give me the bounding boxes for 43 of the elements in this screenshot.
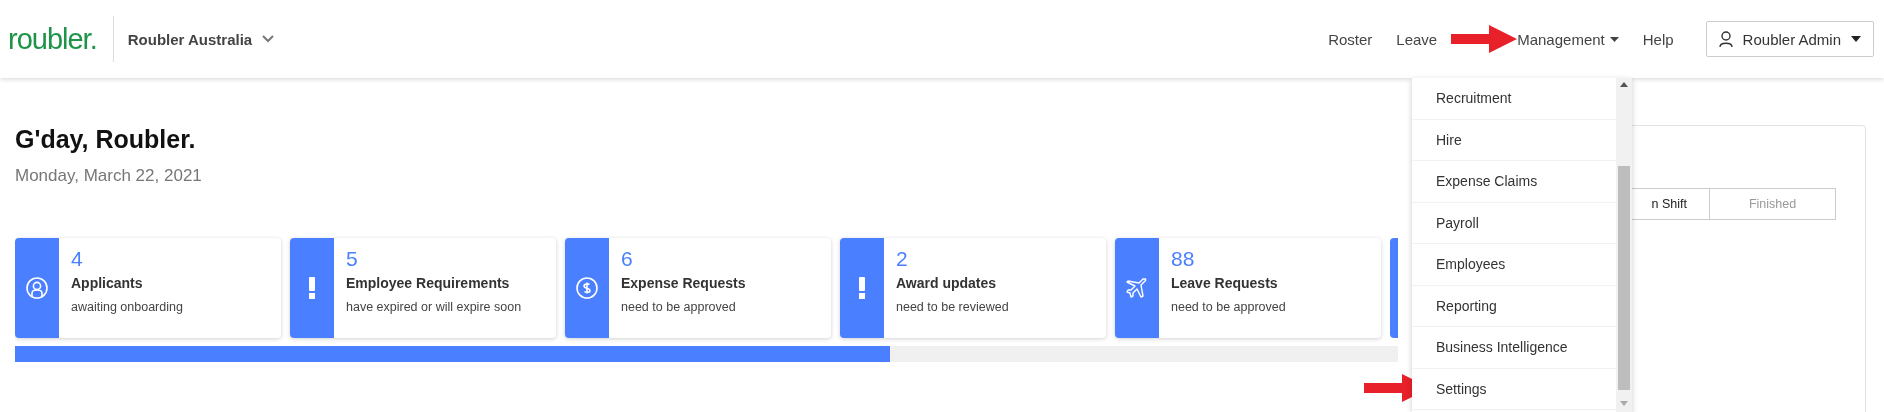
- user-icon: [1718, 31, 1733, 47]
- count: 2: [896, 246, 909, 272]
- count: 4: [71, 246, 84, 272]
- nav-link[interactable]: Leave: [1396, 30, 1438, 48]
- dollar-icon: [576, 277, 598, 299]
- roubler-logo[interactable]: roubler.: [8, 22, 97, 56]
- card-subtitle: need to be approved: [1171, 300, 1286, 314]
- card-title: Leave Requests: [1171, 275, 1279, 291]
- summary-card[interactable]: 4 Applicants awaiting onboarding: [15, 238, 281, 338]
- scroll-up-icon[interactable]: [1620, 82, 1628, 87]
- greeting-heading: G'day, Roubler.: [15, 125, 197, 154]
- scroll-down-icon[interactable]: [1620, 401, 1628, 406]
- card-title: Applicants: [71, 275, 144, 291]
- company-selector[interactable]: Roubler Australia: [127, 30, 275, 48]
- chevron-down-icon: [262, 35, 275, 43]
- card-title: Award updates: [896, 275, 998, 291]
- count: 88: [1171, 246, 1196, 272]
- airplane-icon: [1125, 276, 1149, 300]
- summary-card[interactable]: 6 Expense Requests need to be approved: [565, 238, 831, 338]
- caret-icon: [1851, 36, 1861, 42]
- arrow-icon: [1451, 25, 1518, 53]
- person-icon: [26, 277, 48, 299]
- summary-card[interactable]: 88 Leave Requests need to be approved: [1115, 238, 1381, 338]
- exclamation-icon: [858, 277, 866, 299]
- caret-icon: [1609, 36, 1619, 42]
- card-subtitle: have expired or will expire soon: [346, 300, 522, 314]
- user-menu-button[interactable]: Roubler Admin: [1705, 21, 1874, 57]
- scrollbar[interactable]: [1616, 78, 1632, 412]
- nav-link[interactable]: Help: [1642, 30, 1674, 48]
- count: 6: [621, 246, 634, 272]
- nav-link[interactable]: Management: [1517, 30, 1619, 48]
- card-title: Employee Requirements: [346, 275, 511, 291]
- card-subtitle: awaiting onboarding: [71, 300, 183, 314]
- user-name: Roubler Admin: [1742, 30, 1841, 48]
- date-text: Monday, March 22, 2021: [15, 166, 203, 186]
- summary-card[interactable]: 5 Employee Requirements have expired or will expire soon: [290, 238, 556, 338]
- nav-link[interactable]: Roster: [1328, 30, 1373, 48]
- count: 5: [346, 246, 359, 272]
- exclamation-icon: [308, 277, 316, 299]
- card-title: Expense Requests: [621, 275, 746, 291]
- card-subtitle: need to be reviewed: [896, 300, 1009, 314]
- card-subtitle: need to be approved: [621, 300, 737, 314]
- summary-card[interactable]: 2 Award updates need to be reviewed: [840, 238, 1106, 338]
